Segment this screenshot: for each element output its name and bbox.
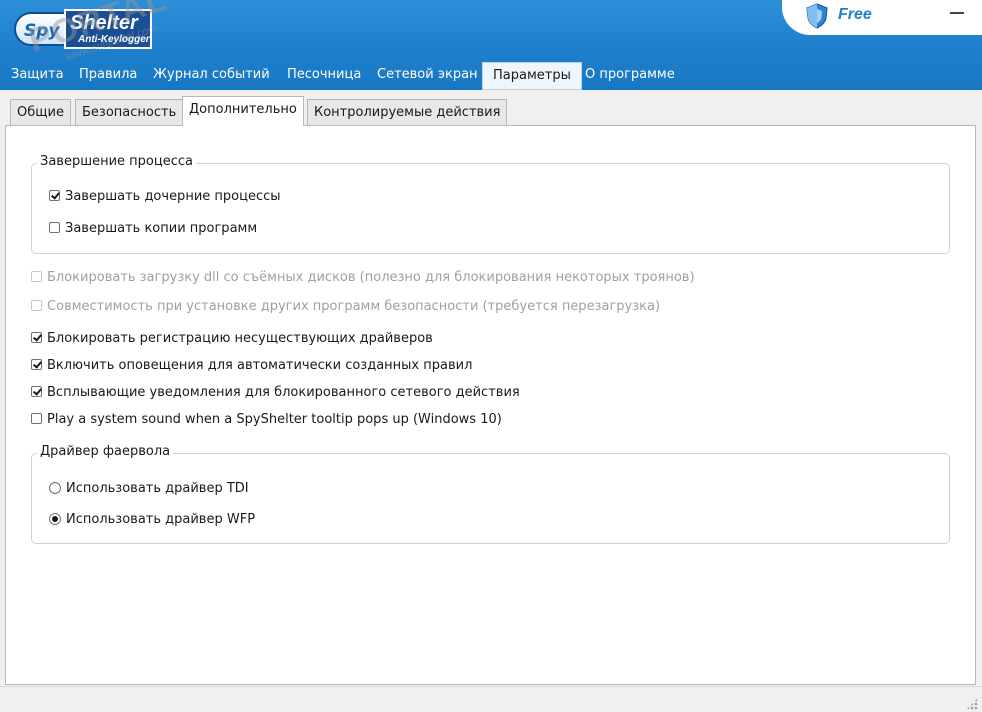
option-label: Всплывающие уведомления для блокированно… [47,385,520,400]
checkbox[interactable] [31,413,42,424]
logo-subtitle: Anti-Keylogger [78,34,150,45]
radio-button[interactable] [49,481,61,494]
option-tooltip-sound[interactable]: Play a system sound when a SpyShelter to… [31,411,502,429]
option-block-dll-removable: Блокировать загрузку dll со съёмных диск… [31,269,695,287]
menu-item-about[interactable]: О программе [585,62,675,88]
option-terminate-child-processes[interactable]: Завершать дочерние процессы [49,188,281,206]
option-label: Блокировать загрузку dll со съёмных диск… [47,270,695,285]
edition-label: Free [838,6,872,23]
option-label: Завершать копии программ [65,221,258,236]
option-label: Использовать драйвер WFP [66,512,256,527]
checkbox[interactable] [31,332,42,343]
radio-button[interactable] [49,512,61,525]
checkbox [31,271,42,282]
advanced-settings-panel: Завершение процесса Завершать дочерние п… [5,125,976,685]
menu-item-sandbox[interactable]: Песочница [287,62,361,88]
option-label: Совместимость при установке других прогр… [47,299,661,314]
checkbox[interactable] [49,222,60,233]
logo-box: Shelter Anti-Keylogger [64,9,152,49]
option-auto-rule-alerts[interactable]: Включить оповещения для автоматически со… [31,357,472,375]
main-menu: Защита Правила Журнал событий Песочница … [0,61,982,90]
option-label: Завершать дочерние процессы [65,189,281,204]
shield-icon [806,3,828,29]
logo-shelter-text: Shelter [70,12,138,34]
option-network-block-popups[interactable]: Всплывающие уведомления для блокированно… [31,384,520,402]
resize-grip-icon[interactable] [966,698,978,710]
menu-item-settings[interactable]: Параметры [482,62,582,90]
minimize-button[interactable] [942,4,972,20]
tab-monitored-actions[interactable]: Контролируемые действия [307,99,508,126]
checkbox[interactable] [31,359,42,370]
option-block-nonexistent-drivers[interactable]: Блокировать регистрацию несуществующих д… [31,330,433,348]
option-label: Блокировать регистрацию несуществующих д… [47,331,433,346]
checkbox [31,300,42,311]
spyshelter-logo: Spy Shelter Anti-Keylogger [14,9,154,51]
option-label: Play a system sound when a SpyShelter to… [47,412,502,427]
menu-item-rules[interactable]: Правила [79,62,137,88]
option-driver-wfp[interactable]: Использовать драйвер WFP [49,511,255,529]
tab-general[interactable]: Общие [10,99,71,126]
option-driver-tdi[interactable]: Использовать драйвер TDI [49,480,249,498]
tab-advanced[interactable]: Дополнительно [182,96,304,126]
menu-item-event-log[interactable]: Журнал событий [153,62,270,88]
status-bar [0,686,982,712]
group-title: Завершение процесса [37,154,196,169]
title-bar: Spy Shelter Anti-Keylogger Free Защита П… [0,0,982,90]
option-label: Использовать драйвер TDI [66,481,249,496]
process-termination-group: Завершение процесса Завершать дочерние п… [31,154,950,254]
menu-item-firewall[interactable]: Сетевой экран [377,62,478,88]
checkbox[interactable] [31,386,42,397]
edition-area: Free [782,0,982,35]
tab-security[interactable]: Безопасность [75,99,184,126]
settings-subtabs: Общие Безопасность Дополнительно Контрол… [0,96,982,126]
option-terminate-program-copies[interactable]: Завершать копии программ [49,220,257,238]
menu-item-protection[interactable]: Защита [11,62,64,88]
option-label: Включить оповещения для автоматически со… [47,358,473,373]
checkbox[interactable] [49,190,60,201]
option-security-compatibility: Совместимость при установке других прогр… [31,298,660,316]
firewall-driver-group: Драйвер фаервола Использовать драйвер TD… [31,444,950,544]
group-title: Драйвер фаервола [37,444,174,459]
